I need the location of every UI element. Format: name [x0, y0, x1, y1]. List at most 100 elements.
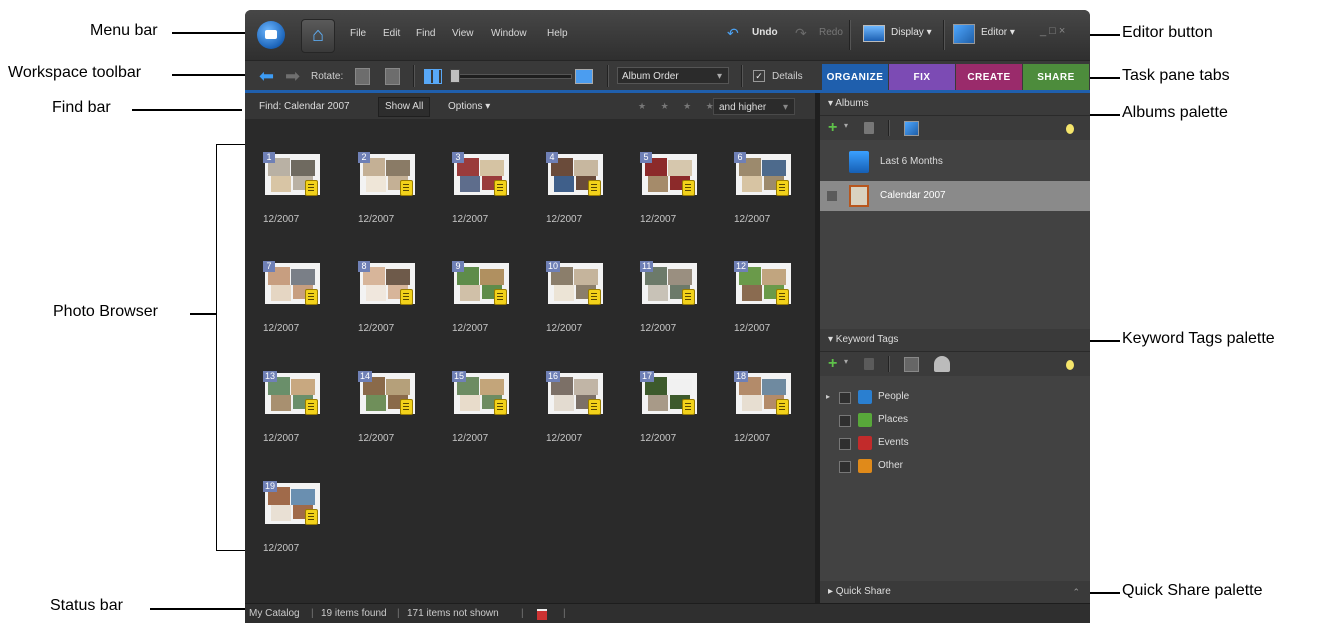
photo-thumbnail[interactable]: 17	[640, 371, 700, 417]
keyword-tag-icon[interactable]	[494, 289, 507, 305]
show-all-button[interactable]: Show All	[378, 97, 431, 117]
thumbnail-size-slider[interactable]	[450, 74, 572, 79]
tag-checkbox[interactable]	[839, 392, 851, 404]
photo-thumbnail[interactable]: 12	[734, 261, 794, 307]
keyword-tag-row[interactable]: Events	[820, 433, 1090, 453]
photo-thumbnail[interactable]: 1	[263, 152, 323, 198]
thumbnail-grid-icon[interactable]	[424, 69, 442, 84]
events-tag-icon	[858, 436, 872, 450]
photo-thumbnail[interactable]: 9	[452, 261, 512, 307]
tag-person-icon[interactable]	[934, 356, 950, 372]
keyword-tag-icon[interactable]	[682, 180, 695, 196]
details-checkbox[interactable]: ✓	[753, 70, 765, 82]
keyword-tag-icon[interactable]	[776, 180, 789, 196]
menu-file[interactable]: File	[350, 28, 366, 39]
menu-window[interactable]: Window	[491, 28, 527, 39]
keyword-tag-icon[interactable]	[588, 399, 601, 415]
photo-thumbnail[interactable]: 18	[734, 371, 794, 417]
keyword-tag-row[interactable]: ▸ People	[820, 387, 1090, 407]
menu-view[interactable]: View	[452, 28, 474, 39]
keyword-tag-icon[interactable]	[400, 399, 413, 415]
new-tag-icon[interactable]: +	[828, 356, 837, 372]
keyword-tag-icon[interactable]	[305, 509, 318, 525]
editor-button[interactable]: Editor ▾	[981, 27, 1015, 38]
redo-button[interactable]: Redo	[819, 27, 843, 38]
expand-triangle-icon[interactable]: ▸	[826, 387, 830, 407]
photo-thumbnail[interactable]: 15	[452, 371, 512, 417]
home-button[interactable]: ⌂	[301, 19, 335, 53]
photo-thumbnail[interactable]: 13	[263, 371, 323, 417]
rotate-left-icon[interactable]	[355, 68, 370, 85]
undo-icon[interactable]: ↶	[727, 26, 747, 40]
keyword-tag-icon[interactable]	[400, 180, 413, 196]
album-item-selected[interactable]: Calendar 2007	[820, 181, 1090, 211]
tag-checkbox[interactable]	[839, 415, 851, 427]
menu-help[interactable]: Help	[547, 28, 568, 39]
photo-thumbnail[interactable]: 16	[546, 371, 606, 417]
tip-lightbulb-icon[interactable]	[1066, 360, 1074, 370]
tab-organize[interactable]: ORGANIZE	[822, 64, 888, 91]
keyword-tags-palette-header[interactable]: ▾ Keyword Tags	[820, 329, 1090, 352]
rating-filter-dropdown[interactable]: and higher	[713, 98, 795, 116]
quick-share-palette-header[interactable]: ▸ Quick Share ⌃	[820, 581, 1090, 604]
keyword-tag-row[interactable]: Places	[820, 410, 1090, 430]
delete-album-icon[interactable]	[864, 122, 874, 134]
photo-thumbnail[interactable]: 10	[546, 261, 606, 307]
status-catalog[interactable]: My Catalog	[249, 604, 300, 623]
photo-thumbnail[interactable]: 19	[263, 481, 323, 527]
keyword-tag-icon[interactable]	[305, 289, 318, 305]
photo-thumbnail[interactable]: 8	[358, 261, 418, 307]
keyword-tag-icon[interactable]	[400, 289, 413, 305]
keyword-tag-icon[interactable]	[494, 399, 507, 415]
photo-number-badge: 18	[734, 371, 749, 382]
keyword-tag-icon[interactable]	[305, 399, 318, 415]
photo-thumbnail[interactable]: 2	[358, 152, 418, 198]
keyword-tag-icon[interactable]	[776, 289, 789, 305]
keyword-tag-icon[interactable]	[776, 399, 789, 415]
keyword-tag-icon[interactable]	[494, 180, 507, 196]
options-button[interactable]: Options ▾	[441, 97, 497, 117]
photo-thumbnail[interactable]: 6	[734, 152, 794, 198]
tab-share[interactable]: SHARE	[1023, 64, 1089, 91]
keyword-tag-row[interactable]: Other	[820, 456, 1090, 476]
album-item[interactable]: Last 6 Months	[820, 147, 1090, 177]
display-button[interactable]: Display ▾	[891, 27, 932, 38]
tab-create[interactable]: CREATE	[956, 64, 1022, 91]
photo-thumbnail[interactable]: 11	[640, 261, 700, 307]
albums-palette-header[interactable]: ▾ Albums	[820, 93, 1090, 116]
delete-tag-icon[interactable]	[864, 358, 874, 370]
menu-edit[interactable]: Edit	[383, 28, 400, 39]
photo-thumbnail[interactable]: 7	[263, 261, 323, 307]
photo-date: 12/2007	[263, 214, 300, 225]
back-arrow-icon[interactable]: ⬅	[259, 67, 274, 85]
photo-thumbnail[interactable]: 4	[546, 152, 606, 198]
keyword-tag-icon[interactable]	[305, 180, 318, 196]
tag-checkbox[interactable]	[839, 438, 851, 450]
tab-fix[interactable]: FIX	[889, 64, 955, 91]
edit-tag-icon[interactable]	[904, 357, 919, 372]
edit-album-icon[interactable]	[904, 121, 919, 136]
photo-thumbnail[interactable]: 14	[358, 371, 418, 417]
photo-thumbnail[interactable]: 3	[452, 152, 512, 198]
keyword-tag-icon[interactable]	[682, 289, 695, 305]
window-controls[interactable]: _ □ ×	[1040, 25, 1065, 37]
thumbnail-size-slider-handle[interactable]	[450, 69, 460, 83]
dropdown-arrow-icon[interactable]: ▾	[844, 121, 848, 130]
undo-button[interactable]: Undo	[752, 27, 778, 38]
photo-thumbnail[interactable]: 5	[640, 152, 700, 198]
dropdown-arrow-icon[interactable]: ▾	[844, 357, 848, 366]
keyword-tag-icon[interactable]	[588, 289, 601, 305]
sort-order-dropdown[interactable]: Album Order	[617, 67, 729, 85]
rotate-right-icon[interactable]	[385, 68, 400, 85]
display-icon	[863, 25, 885, 42]
single-photo-view-icon[interactable]	[575, 69, 593, 84]
new-album-icon[interactable]: +	[828, 120, 837, 136]
tip-lightbulb-icon[interactable]	[1066, 124, 1074, 134]
keyword-tag-icon[interactable]	[682, 399, 695, 415]
menu-find[interactable]: Find	[416, 28, 435, 39]
collapse-chevron-icon[interactable]: ⌃	[1072, 581, 1080, 603]
calendar-icon[interactable]	[537, 609, 547, 620]
keyword-tag-icon[interactable]	[588, 180, 601, 196]
tag-checkbox[interactable]	[839, 461, 851, 473]
forward-arrow-icon[interactable]: ➡	[285, 67, 300, 85]
